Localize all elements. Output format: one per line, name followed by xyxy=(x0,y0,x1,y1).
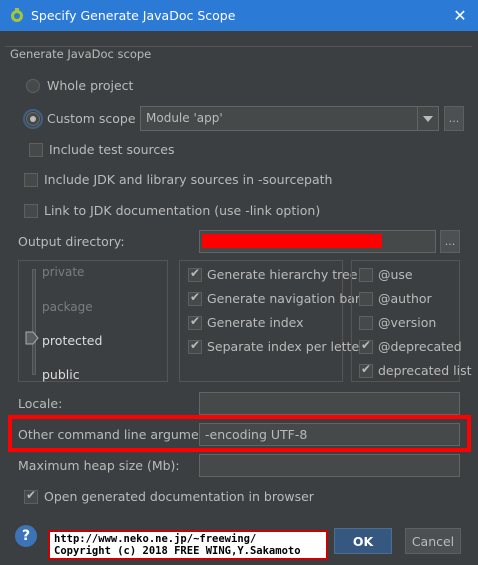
output-directory-label: Output directory: xyxy=(18,234,125,249)
tag-use-label: @use xyxy=(378,267,413,282)
whole-project-label: Whole project xyxy=(47,78,134,93)
redaction-block xyxy=(202,234,382,248)
more-icon: ... xyxy=(444,235,456,248)
tags-panel: @use @author @version @deprecated deprec… xyxy=(351,260,472,382)
help-icon: ? xyxy=(21,528,31,544)
separate-index-label: Separate index per letter xyxy=(207,339,365,354)
slider-thumb-icon[interactable] xyxy=(25,331,39,345)
visibility-package: package xyxy=(42,300,93,314)
locale-label: Locale: xyxy=(18,396,63,411)
include-jdk-label: Include JDK and library sources in -sour… xyxy=(44,172,333,187)
more-icon: ... xyxy=(448,112,460,125)
include-test-sources-label: Include test sources xyxy=(49,142,175,157)
visibility-private: private xyxy=(42,265,85,279)
include-test-sources-checkbox[interactable] xyxy=(29,143,43,157)
link-jdk-label: Link to JDK documentation (use -link opt… xyxy=(44,203,321,218)
tag-author-label: @author xyxy=(378,291,432,306)
module-scope-dropdown[interactable]: Module 'app' xyxy=(140,106,439,131)
dialog-content: Generate JavaDoc scope Whole project Cus… xyxy=(0,31,478,565)
custom-scope-label: Custom scope xyxy=(47,111,136,126)
other-args-label: Other command line arguments: xyxy=(18,427,223,442)
heap-size-label: Maximum heap size (Mb): xyxy=(18,458,180,473)
chevron-down-icon xyxy=(423,115,433,122)
generate-hierarchy-checkbox[interactable] xyxy=(188,266,202,282)
group-title: Generate JavaDoc scope xyxy=(10,47,152,61)
tag-version-checkbox[interactable] xyxy=(359,316,373,330)
android-icon xyxy=(11,8,23,22)
output-browse-button[interactable]: ... xyxy=(440,230,460,253)
heap-size-field[interactable] xyxy=(199,454,460,477)
tag-version-label: @version xyxy=(378,315,437,330)
close-icon: ✕ xyxy=(453,6,467,25)
custom-scope-radio[interactable] xyxy=(26,112,40,126)
whole-project-radio[interactable] xyxy=(26,79,40,93)
separate-index-checkbox[interactable] xyxy=(188,338,202,354)
ok-button[interactable]: OK xyxy=(334,528,392,554)
open-in-browser-label: Open generated documentation in browser xyxy=(44,489,314,504)
output-directory-field[interactable] xyxy=(199,230,436,253)
title-bar: Specify Generate JavaDoc Scope ✕ xyxy=(0,0,478,31)
generate-index-checkbox[interactable] xyxy=(188,314,202,330)
tag-use-checkbox[interactable] xyxy=(359,268,373,282)
close-button[interactable]: ✕ xyxy=(442,0,478,31)
deprecated-list-label: deprecated list xyxy=(378,363,472,378)
deprecated-list-checkbox[interactable] xyxy=(359,362,373,378)
generate-navbar-checkbox[interactable] xyxy=(188,290,202,306)
help-button[interactable]: ? xyxy=(15,525,37,547)
visibility-panel: private package protected public xyxy=(18,260,168,382)
visibility-public: public xyxy=(42,367,80,382)
generate-hierarchy-label: Generate hierarchy tree xyxy=(207,267,358,282)
include-jdk-checkbox[interactable] xyxy=(24,173,38,187)
link-jdk-checkbox[interactable] xyxy=(24,204,38,218)
watermark: http://www.neko.ne.jp/~freewing/ Copyrig… xyxy=(48,530,328,560)
module-scope-value: Module 'app' xyxy=(146,111,223,125)
other-args-value: -encoding UTF-8 xyxy=(205,427,308,442)
visibility-protected: protected xyxy=(42,333,103,348)
open-in-browser-checkbox[interactable] xyxy=(24,488,38,504)
watermark-line-1: http://www.neko.ne.jp/~freewing/ xyxy=(54,533,257,545)
dropdown-arrow[interactable] xyxy=(417,107,438,130)
other-args-field[interactable]: -encoding UTF-8 xyxy=(199,423,460,446)
cancel-button[interactable]: Cancel xyxy=(405,528,461,554)
tag-deprecated-checkbox[interactable] xyxy=(359,338,373,354)
window-title: Specify Generate JavaDoc Scope xyxy=(31,8,236,23)
tag-author-checkbox[interactable] xyxy=(359,292,373,306)
watermark-line-2: Copyright (c) 2018 FREE WING,Y.Sakamoto xyxy=(54,545,301,557)
tag-deprecated-label: @deprecated xyxy=(378,339,462,354)
generate-index-label: Generate index xyxy=(207,315,304,330)
visibility-slider-track[interactable] xyxy=(32,269,36,375)
locale-field[interactable] xyxy=(199,392,460,415)
scope-more-button[interactable]: ... xyxy=(444,106,464,131)
generate-options-panel: Generate hierarchy tree Generate navigat… xyxy=(179,260,364,382)
generate-navbar-label: Generate navigation bar xyxy=(207,291,361,306)
